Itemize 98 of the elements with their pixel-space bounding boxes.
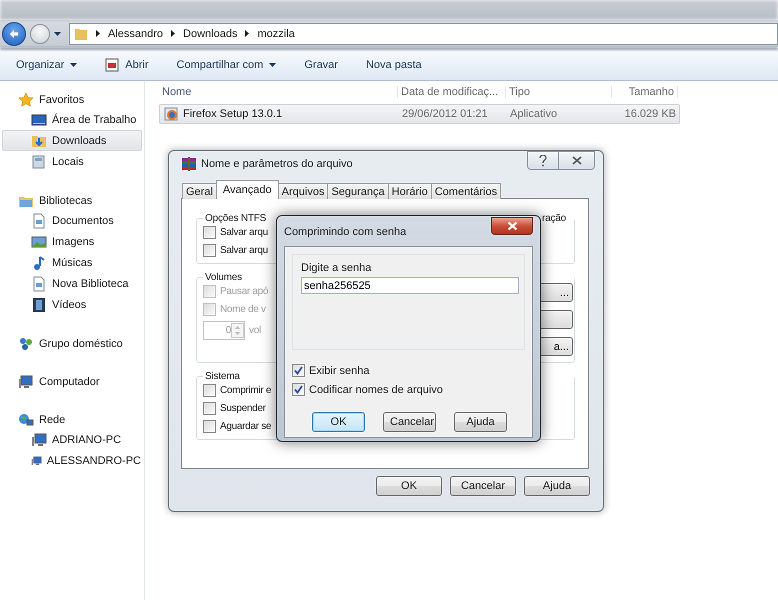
checkbox-label: Suspender <box>220 403 266 414</box>
group-label: Sistema <box>205 371 240 382</box>
breadcrumb-item[interactable]: Alessandro <box>108 28 164 40</box>
history-caret-icon <box>54 32 61 36</box>
dialog-button[interactable]: Ajuda <box>524 476 590 496</box>
toolbar-button[interactable]: Compartilhar com <box>168 55 284 75</box>
dialog-button[interactable]: Ajuda <box>454 412 507 432</box>
sidebar-item[interactable]: Imagens <box>2 231 142 252</box>
computer-icon <box>31 432 47 448</box>
column-header[interactable]: Tamanho <box>612 86 678 98</box>
toolbar-button[interactable]: Gravar <box>296 55 346 75</box>
window-title: Nome e parâmetros do arquivo <box>201 158 353 170</box>
breadcrumb-item[interactable]: mozzila <box>257 28 295 40</box>
image-icon <box>31 234 47 250</box>
checkbox[interactable] <box>203 384 216 397</box>
checkbox-label: Salvar arqu <box>220 245 268 256</box>
sidebar-item[interactable]: Locais <box>2 151 142 172</box>
checkbox[interactable] <box>203 244 216 257</box>
checkbox[interactable] <box>203 402 216 415</box>
folder-icon <box>74 26 88 40</box>
file-row[interactable]: Firefox Setup 13.0.1 29/06/2012 01:21 Aplicativo 16.029 KB <box>159 104 680 124</box>
group-label: Volumes <box>205 272 242 283</box>
installer-icon <box>163 106 179 122</box>
close-button[interactable] <box>559 151 595 170</box>
column-header[interactable]: Tipo <box>506 86 612 98</box>
close-icon <box>506 221 518 231</box>
checkbox[interactable] <box>292 364 305 377</box>
sidebar-item[interactable]: ADRIANO-PC <box>2 429 142 450</box>
tab[interactable]: Comentários <box>430 183 502 199</box>
back-button[interactable] <box>2 22 26 46</box>
tab[interactable]: Avançado <box>216 180 279 199</box>
column-header[interactable]: Nome <box>159 86 398 98</box>
program-icon <box>105 58 120 72</box>
document-icon <box>31 212 47 228</box>
column-header[interactable]: Data de modificaç... <box>398 86 506 98</box>
spinner-label: vol <box>249 325 261 336</box>
archive-icon <box>181 156 197 172</box>
spin-arrows-icon <box>231 323 244 338</box>
close-button[interactable] <box>491 217 533 235</box>
sidebar-group[interactable]: Computador <box>39 376 100 388</box>
toolbar-button[interactable]: Abrir <box>97 54 157 76</box>
checkbox-label: Codificar nomes de arquivo <box>309 384 443 396</box>
chevron-icon <box>171 30 176 37</box>
tab[interactable]: Geral <box>182 183 217 199</box>
document-icon <box>31 276 47 292</box>
tab[interactable]: Horário <box>388 183 432 199</box>
sidebar-item[interactable]: ALESSANDRO-PC <box>2 450 142 471</box>
tab[interactable]: Segurança <box>327 183 389 199</box>
network-icon <box>18 412 34 428</box>
sidebar-group[interactable]: Grupo doméstico <box>39 338 123 350</box>
caret-icon <box>269 63 276 67</box>
checkbox[interactable] <box>292 383 305 396</box>
checkbox-label: Aguardar se <box>220 421 272 432</box>
chevron-icon <box>96 30 100 37</box>
forward-button[interactable] <box>30 24 50 44</box>
sidebar-item[interactable]: Área de Trabalho <box>2 109 142 130</box>
window-title: Comprimindo com senha <box>284 226 406 238</box>
sidebar-group[interactable]: Rede <box>39 414 66 426</box>
close-icon <box>572 156 582 165</box>
dialog-button[interactable]: OK <box>376 476 442 496</box>
toolbar-button[interactable]: Organizar <box>8 55 86 75</box>
checkbox-label: Nome de v <box>220 304 266 315</box>
sidebar-group[interactable]: Favoritos <box>39 94 84 106</box>
checkbox-label: Salvar arqu <box>220 227 268 238</box>
recent-places-icon <box>31 154 47 170</box>
password-field[interactable]: senha256525 <box>301 277 519 294</box>
star-icon <box>18 92 34 108</box>
breadcrumb-item[interactable]: Downloads <box>183 28 238 40</box>
dialog-button[interactable]: OK <box>312 412 365 432</box>
checkbox-label: Pausar apó <box>220 286 268 297</box>
computer-icon <box>18 374 34 390</box>
group-label: Opções NTFS <box>205 213 266 224</box>
dialog-button[interactable]: Cancelar <box>450 476 516 496</box>
back-arrow-icon <box>9 28 19 40</box>
checkbox-label: Comprimir e <box>220 385 272 396</box>
toolbar-button[interactable]: Nova pasta <box>358 55 430 75</box>
sidebar-item[interactable]: Músicas <box>2 252 142 273</box>
sidebar-item[interactable]: Documentos <box>2 210 142 231</box>
help-icon <box>539 154 547 166</box>
dialog-button[interactable]: Cancelar <box>383 412 436 432</box>
group-label: ração <box>542 213 566 224</box>
sidebar-group[interactable]: Bibliotecas <box>39 194 92 206</box>
homegroup-icon <box>18 336 34 352</box>
sidebar-item[interactable]: Nova Biblioteca <box>2 273 142 294</box>
sidebar-item[interactable]: Vídeos <box>2 294 142 315</box>
sidebar-item[interactable]: Downloads <box>2 130 142 151</box>
checkbox-label: Exibir senha <box>309 364 370 376</box>
checkbox[interactable] <box>203 420 216 433</box>
checkbox[interactable] <box>203 226 216 239</box>
help-button[interactable] <box>527 151 559 170</box>
video-icon <box>31 296 47 312</box>
music-icon <box>31 254 47 270</box>
chevron-icon <box>245 30 250 37</box>
caret-icon <box>70 63 78 67</box>
desktop-icon <box>31 112 47 128</box>
tab[interactable]: Arquivos <box>278 183 328 199</box>
address-field[interactable]: Alessandro Downloads mozzila <box>69 22 778 44</box>
field-label: Digite a senha <box>301 262 372 274</box>
